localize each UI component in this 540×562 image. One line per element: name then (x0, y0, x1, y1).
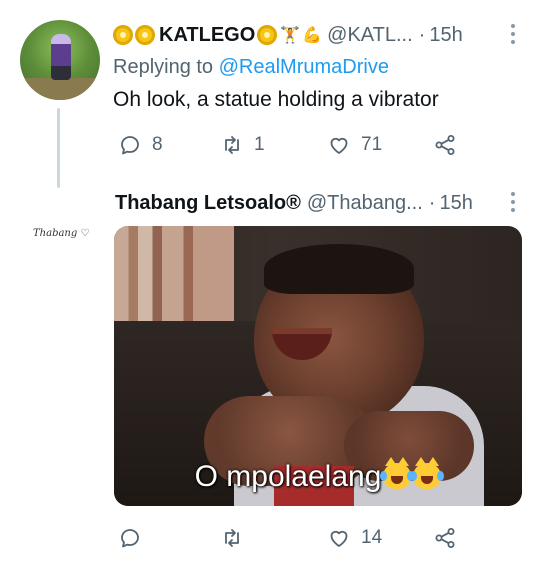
coin-icon (257, 25, 278, 45)
reply-button[interactable]: 8 (118, 133, 163, 157)
flexed-biceps-icon: 💪 (302, 27, 323, 44)
reply-icon (121, 529, 139, 548)
replying-to: Replying to @RealMrumaDrive (113, 56, 389, 79)
like-count: 14 (361, 527, 383, 548)
weightlifter-icon: 🏋 (280, 27, 301, 44)
crying-laughing-cat-icon (380, 457, 415, 489)
reply-count: 8 (152, 134, 163, 155)
like-count: 71 (361, 134, 383, 155)
tweet-reply-thabang[interactable]: Thabang ♡ Thabang Letsoalo® @Thabang... … (0, 185, 540, 562)
avatar-ground (20, 78, 100, 100)
retweet-icon (225, 529, 239, 547)
avatar[interactable] (20, 20, 100, 100)
retweet-button[interactable] (220, 526, 254, 550)
avatar[interactable]: Thabang ♡ (33, 228, 89, 239)
replying-mention-link[interactable]: @RealMrumaDrive (219, 56, 389, 78)
reply-button[interactable] (118, 526, 152, 550)
tweet-reply-katlego[interactable]: KATLEGO 🏋 💪 @KATL... · 15h Replying to @… (0, 0, 540, 188)
retweet-button[interactable]: 1 (220, 133, 265, 157)
separator-dot: · (428, 191, 436, 214)
like-button[interactable]: 71 (327, 133, 382, 157)
tweet-text: Oh look, a statue holding a vibrator (113, 88, 439, 111)
tweet-media-image[interactable]: O mpolaelang (114, 226, 522, 506)
retweet-count: 1 (254, 134, 265, 155)
more-options-icon[interactable] (510, 24, 516, 44)
replying-prefix: Replying to (113, 56, 214, 78)
more-options-icon[interactable] (510, 192, 516, 212)
heart-icon (330, 137, 348, 154)
media-background-curtain (114, 226, 234, 326)
timestamp[interactable]: 15h (439, 192, 472, 215)
tweet-header: KATLEGO 🏋 💪 @KATL... · 15h (113, 22, 463, 48)
retweet-icon (225, 136, 239, 154)
reply-icon (121, 136, 139, 155)
share-button[interactable] (433, 526, 457, 550)
like-button[interactable]: 14 (327, 526, 382, 550)
media-baby-hair (264, 244, 414, 294)
user-handle[interactable]: @Thabang... (307, 192, 423, 215)
coin-icon (135, 25, 155, 45)
timestamp[interactable]: 15h (429, 24, 462, 47)
tweet-header: Thabang Letsoalo® @Thabang... · 15h (113, 190, 473, 216)
display-name[interactable]: Thabang Letsoalo® (115, 192, 301, 215)
user-handle[interactable]: @KATL... (327, 24, 413, 47)
avatar-character (51, 34, 71, 80)
display-name[interactable]: KATLEGO (159, 24, 255, 47)
separator-dot: · (418, 23, 426, 46)
heart-icon (330, 530, 348, 547)
thread-connector-line (57, 108, 60, 188)
media-caption: O mpolaelang (114, 457, 522, 494)
coin-icon (113, 25, 133, 45)
share-button[interactable] (433, 133, 457, 157)
share-icon (435, 528, 455, 548)
crying-laughing-cat-icon (410, 457, 445, 489)
media-caption-text: O mpolaelang (194, 460, 382, 493)
share-icon (435, 135, 455, 155)
